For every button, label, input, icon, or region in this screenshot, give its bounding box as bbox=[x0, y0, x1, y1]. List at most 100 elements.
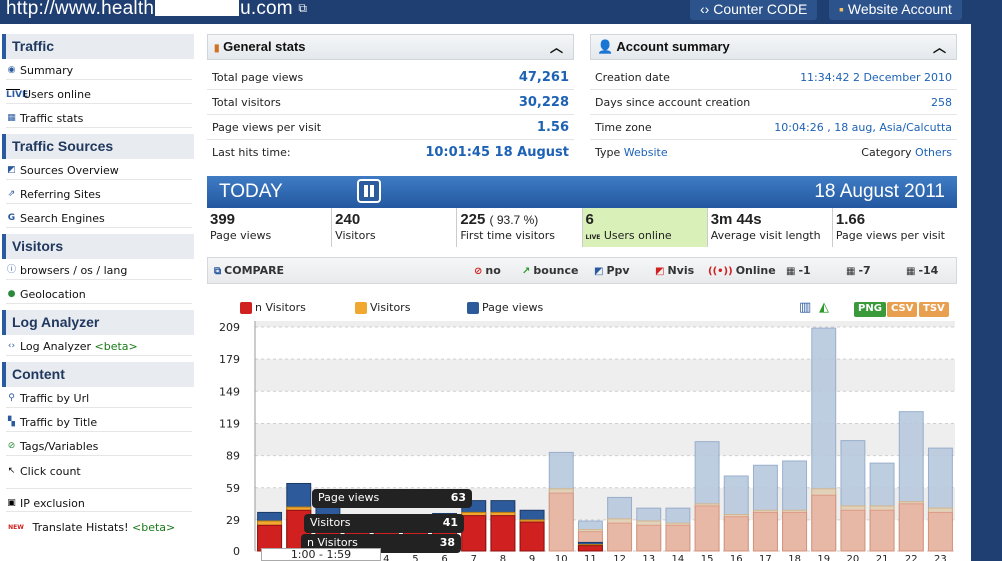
x-tick-label: 12 bbox=[613, 554, 626, 561]
sidebar-item-browsers[interactable]: ⓘ browsers / os / lang bbox=[6, 256, 192, 280]
x-tick-label: 11 bbox=[584, 554, 597, 561]
legend-swatch bbox=[240, 301, 252, 314]
sidebar-item-tags-variables[interactable]: ⊘ Tags/Variables bbox=[6, 432, 192, 456]
compare-minus-14[interactable]: ▦ -14 bbox=[906, 264, 938, 277]
compare-ppv[interactable]: ◩ Ppv bbox=[594, 264, 630, 277]
sidebar-item-geolocation[interactable]: ● Geolocation bbox=[6, 280, 192, 304]
x-tick-label: 9 bbox=[529, 554, 535, 561]
compare-label: -7 bbox=[858, 264, 871, 277]
compare-no[interactable]: ⊘ no bbox=[474, 264, 501, 277]
site-url[interactable]: http://www.health u.com ⧉ bbox=[6, 0, 307, 20]
compare-label: -14 bbox=[918, 264, 939, 277]
legend-swatch bbox=[355, 301, 367, 314]
account-days-since: Days since account creation 258 bbox=[590, 90, 957, 115]
today-date: 18 August 2011 bbox=[814, 181, 945, 202]
grid-band bbox=[255, 391, 955, 424]
sidebar-item-summary[interactable]: ◉ Summary bbox=[6, 56, 192, 80]
tooltip-page-views: Page views 63 bbox=[312, 489, 472, 508]
sidebar-item-traffic-by-title[interactable]: ▚ Traffic by Title bbox=[6, 408, 192, 432]
export-tsv-button[interactable]: TSV bbox=[919, 302, 949, 317]
general-stats-header[interactable]: ▮ General stats ︿ bbox=[207, 34, 574, 60]
today-percent: ( 93.7 %) bbox=[489, 213, 539, 227]
sidebar-item-label: Geolocation bbox=[20, 288, 86, 301]
sidebar-item-translate[interactable]: NEW Translate Histats! <beta> bbox=[6, 512, 192, 536]
today-cell-label: Users online bbox=[603, 229, 672, 242]
grid-band bbox=[255, 327, 955, 360]
tooltip-visitors: Visitors 41 bbox=[304, 514, 464, 533]
sidebar-item-label: Click count bbox=[20, 464, 81, 478]
compare-bar-new-visitors bbox=[927, 511, 953, 552]
chevron-up-icon[interactable]: ︿ bbox=[550, 37, 563, 56]
sidebar-item-sources-overview[interactable]: ◩ Sources Overview bbox=[6, 156, 192, 180]
counter-code-label: Counter CODE bbox=[713, 1, 808, 17]
compare-bar-new-visitors bbox=[869, 509, 895, 552]
type-link[interactable]: Website bbox=[624, 146, 668, 159]
sidebar-item-referring-sites[interactable]: ⇗ Referring Sites bbox=[6, 180, 192, 204]
today-value: 225 bbox=[460, 211, 486, 228]
sidebar-item-label: IP exclusion bbox=[20, 496, 85, 510]
pause-button[interactable] bbox=[357, 179, 381, 203]
x-tick-label: 16 bbox=[730, 554, 743, 561]
category-link[interactable]: Others bbox=[915, 146, 952, 159]
compare-icon: ⧉ bbox=[214, 266, 222, 277]
area-chart-toggle-icon[interactable]: ◭ bbox=[819, 300, 829, 315]
x-tick-label: 15 bbox=[701, 554, 714, 561]
sidebar-item-search-engines[interactable]: G Search Engines bbox=[6, 204, 192, 228]
y-tick-label: 0 bbox=[233, 545, 240, 558]
tag-icon: ⊘ bbox=[7, 441, 16, 451]
sidebar-item-click-count[interactable]: ↖ Click count bbox=[6, 456, 192, 480]
sidebar-item-traffic-stats[interactable]: ▦ Traffic stats bbox=[6, 104, 192, 128]
calendar-icon: ▦ bbox=[846, 266, 856, 277]
y-tick-label: 89 bbox=[226, 450, 240, 463]
chart-legend: n Visitors Visitors Page views ▥ ◭ PNG C… bbox=[207, 294, 957, 318]
counter-code-button[interactable]: ‹› Counter CODE bbox=[690, 0, 818, 20]
y-tick-label: 209 bbox=[219, 321, 240, 334]
website-account-button[interactable]: ▪ Website Account bbox=[829, 0, 962, 20]
compare-nvis[interactable]: ◩ Nvis bbox=[655, 264, 694, 277]
sidebar-item-traffic-by-url[interactable]: ⚲ Traffic by Url bbox=[6, 384, 192, 408]
compare-toggle[interactable]: ⧉ COMPARE bbox=[214, 264, 284, 277]
compare-title: COMPARE bbox=[224, 264, 285, 277]
legend-new-visitors[interactable]: n Visitors bbox=[240, 301, 306, 314]
export-csv-button[interactable]: CSV bbox=[887, 302, 918, 317]
cursor-icon: ↖ bbox=[7, 465, 16, 476]
legend-visitors[interactable]: Visitors bbox=[355, 301, 410, 314]
pause-icon bbox=[370, 185, 374, 197]
today-page-views-per-visit: 1.66 Page views per visit bbox=[833, 208, 957, 247]
export-png-button[interactable]: PNG bbox=[854, 302, 886, 317]
globe-icon: ● bbox=[7, 289, 16, 299]
legend-page-views[interactable]: Page views bbox=[467, 301, 543, 314]
external-link-icon[interactable]: ⧉ bbox=[298, 1, 307, 15]
legend-label: Page views bbox=[482, 301, 544, 314]
legend-label: Visitors bbox=[370, 301, 411, 314]
nvis-icon: ◩ bbox=[655, 266, 665, 277]
sidebar-item-users-online[interactable]: LIVE Users online bbox=[6, 80, 192, 104]
bounce-icon: ↗ bbox=[522, 266, 531, 277]
ppv-icon: ◩ bbox=[594, 266, 604, 277]
bar-chart-toggle-icon[interactable]: ▥ bbox=[799, 300, 811, 315]
sidebar-item-log-analyzer[interactable]: ‹› Log Analyzer <beta> bbox=[6, 332, 192, 356]
today-value: 3m 44s bbox=[710, 211, 762, 228]
sidebar-item-label: Summary bbox=[20, 64, 74, 77]
chevron-up-icon[interactable]: ︿ bbox=[933, 37, 946, 56]
compare-label: Ppv bbox=[606, 264, 630, 277]
sidebar-item-ip-exclusion[interactable]: ▣ IP exclusion bbox=[6, 488, 192, 512]
sidebar-item-label: Traffic by Url bbox=[20, 392, 90, 405]
stat-page-views-per-visit: Page views per visit 1.56 bbox=[207, 115, 574, 140]
bar-new-visitors bbox=[577, 545, 603, 552]
sidebar-item-label: Sources Overview bbox=[20, 164, 119, 177]
sidebar: Traffic ◉ Summary LIVE Users online ▦ Traff… bbox=[0, 34, 196, 536]
today-users-online[interactable]: 6 LIVE Users online bbox=[582, 208, 708, 247]
y-tick-label: 179 bbox=[219, 353, 240, 366]
account-summary-header[interactable]: 👤 Account summary ︿ bbox=[590, 34, 957, 60]
stat-total-visitors: Total visitors 30,228 bbox=[207, 90, 574, 115]
compare-bounce[interactable]: ↗ bounce bbox=[522, 264, 578, 277]
compare-bar-new-visitors bbox=[723, 516, 749, 552]
sidebar-item-label: Translate Histats! bbox=[32, 520, 129, 534]
sidebar-item-label: Traffic stats bbox=[20, 112, 84, 125]
compare-minus-1[interactable]: ▦ -1 bbox=[786, 264, 811, 277]
compare-minus-7[interactable]: ▦ -7 bbox=[846, 264, 871, 277]
category-label: Category bbox=[861, 146, 912, 159]
today-cell-label: First time visitors bbox=[460, 229, 555, 242]
compare-online[interactable]: ((•)) Online bbox=[708, 264, 776, 277]
